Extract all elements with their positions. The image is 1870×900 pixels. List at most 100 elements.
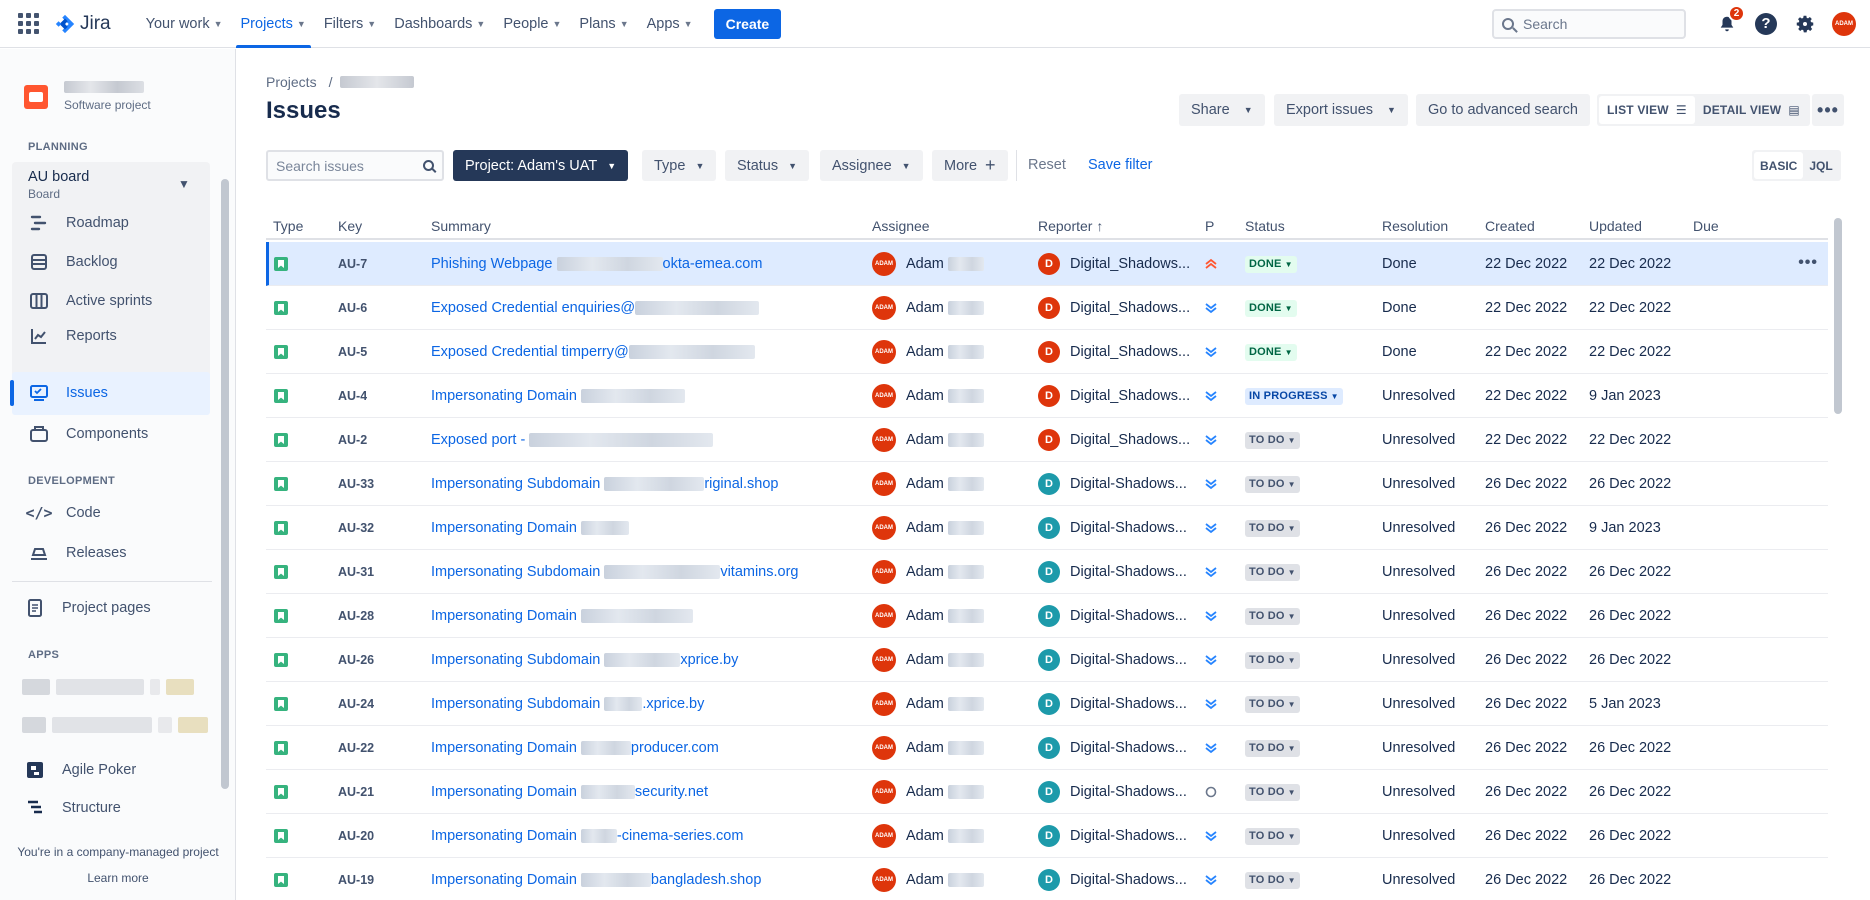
issue-summary[interactable]: Impersonating Domain -cinema-series.com: [431, 814, 861, 858]
issue-summary[interactable]: Impersonating Subdomain .xprice.by: [431, 682, 861, 726]
status-filter-button[interactable]: Status ▼: [725, 150, 810, 181]
board-selector[interactable]: AU board Board: [28, 169, 89, 201]
issue-summary-link[interactable]: Impersonating Domain -cinema-series.com: [431, 828, 743, 844]
jql-mode-button[interactable]: JQL: [1803, 152, 1838, 179]
assignee-cell[interactable]: ADAM Adam: [872, 418, 984, 462]
status-badge[interactable]: DONE ▼: [1245, 255, 1297, 273]
status-cell[interactable]: TO DO ▼: [1245, 418, 1300, 462]
basic-mode-button[interactable]: BASIC: [1754, 152, 1804, 179]
sidebar-item-releases[interactable]: Releases: [28, 539, 126, 567]
reporter-cell[interactable]: D Digital_Shadows...: [1038, 286, 1190, 330]
issue-summary[interactable]: Exposed port -: [431, 418, 861, 462]
status-badge[interactable]: TO DO ▼: [1245, 607, 1300, 625]
sidebar-item-code[interactable]: </> Code: [25, 499, 100, 527]
issue-summary-link[interactable]: Impersonating Domain: [431, 520, 629, 536]
assignee-cell[interactable]: ADAM Adam: [872, 506, 984, 550]
reset-button[interactable]: Reset: [1028, 157, 1066, 173]
nav-projects[interactable]: Projects ▼: [232, 0, 315, 48]
column-header-status[interactable]: Status: [1245, 218, 1285, 234]
app-switcher-icon[interactable]: [18, 12, 40, 35]
global-search-input[interactable]: Search: [1492, 8, 1686, 39]
issue-summary[interactable]: Phishing Webpage okta-emea.com: [431, 242, 861, 286]
table-row[interactable]: AU-21 Impersonating Domain security.net …: [266, 770, 1828, 814]
table-row[interactable]: AU-7 Phishing Webpage okta-emea.com ADAM…: [266, 242, 1828, 286]
column-header-priority[interactable]: P: [1205, 218, 1214, 234]
nav-plans[interactable]: Plans ▼: [570, 0, 637, 48]
reporter-cell[interactable]: D Digital-Shadows...: [1038, 506, 1190, 550]
status-badge[interactable]: DONE ▼: [1245, 343, 1297, 361]
nav-filters[interactable]: Filters ▼: [315, 0, 385, 48]
assignee-cell[interactable]: ADAM Adam: [872, 550, 984, 594]
reporter-cell[interactable]: D Digital_Shadows...: [1038, 242, 1190, 286]
reporter-cell[interactable]: D Digital-Shadows...: [1038, 594, 1190, 638]
nav-apps[interactable]: Apps ▼: [638, 0, 702, 48]
issue-summary[interactable]: Impersonating Subdomain vitamins.org: [431, 550, 861, 594]
assignee-cell[interactable]: ADAM Adam: [872, 374, 984, 418]
list-view-button[interactable]: LIST VIEW ☰: [1599, 96, 1695, 124]
issue-search-input[interactable]: Search issues: [266, 150, 444, 181]
row-actions-icon[interactable]: •••: [1798, 254, 1818, 272]
status-cell[interactable]: TO DO ▼: [1245, 858, 1300, 900]
project-header[interactable]: Software project: [24, 81, 151, 112]
status-cell[interactable]: TO DO ▼: [1245, 770, 1300, 814]
issue-key[interactable]: AU-20: [338, 814, 374, 858]
reporter-cell[interactable]: D Digital_Shadows...: [1038, 418, 1190, 462]
issue-key[interactable]: AU-6: [338, 286, 367, 330]
status-cell[interactable]: TO DO ▼: [1245, 594, 1300, 638]
issue-summary[interactable]: Exposed Credential timperry@: [431, 330, 861, 374]
help-button[interactable]: ?: [1752, 10, 1780, 38]
reporter-cell[interactable]: D Digital-Shadows...: [1038, 550, 1190, 594]
sidebar-item-reports[interactable]: Reports: [28, 322, 117, 350]
table-row[interactable]: AU-33 Impersonating Subdomain riginal.sh…: [266, 462, 1828, 506]
issue-summary[interactable]: Impersonating Domain producer.com: [431, 726, 861, 770]
sidebar-item-backlog[interactable]: Backlog: [28, 248, 118, 276]
status-cell[interactable]: TO DO ▼: [1245, 638, 1300, 682]
breadcrumb-projects-link[interactable]: Projects: [266, 74, 317, 90]
table-row[interactable]: AU-6 Exposed Credential enquiries@ ADAM …: [266, 286, 1828, 330]
issue-summary[interactable]: Impersonating Domain: [431, 506, 861, 550]
table-row[interactable]: AU-31 Impersonating Subdomain vitamins.o…: [266, 550, 1828, 594]
learn-more-link[interactable]: Learn more: [0, 871, 236, 885]
status-cell[interactable]: TO DO ▼: [1245, 550, 1300, 594]
issue-key[interactable]: AU-31: [338, 550, 374, 594]
issue-summary-link[interactable]: Exposed Credential timperry@: [431, 344, 755, 360]
nav-your-work[interactable]: Your work ▼: [137, 0, 232, 48]
issue-summary-link[interactable]: Impersonating Domain security.net: [431, 784, 708, 800]
status-cell[interactable]: TO DO ▼: [1245, 726, 1300, 770]
column-header-assignee[interactable]: Assignee: [872, 218, 930, 234]
table-row[interactable]: AU-22 Impersonating Domain producer.com …: [266, 726, 1828, 770]
table-row[interactable]: AU-32 Impersonating Domain ADAM Adam D D…: [266, 506, 1828, 550]
reporter-cell[interactable]: D Digital_Shadows...: [1038, 330, 1190, 374]
table-row[interactable]: AU-5 Exposed Credential timperry@ ADAM A…: [266, 330, 1828, 374]
issue-summary[interactable]: Impersonating Domain: [431, 594, 861, 638]
issue-summary-link[interactable]: Impersonating Subdomain vitamins.org: [431, 564, 798, 580]
issue-key[interactable]: AU-4: [338, 374, 367, 418]
issue-key[interactable]: AU-24: [338, 682, 374, 726]
status-badge[interactable]: DONE ▼: [1245, 299, 1297, 317]
issue-summary[interactable]: Impersonating Subdomain xprice.by: [431, 638, 861, 682]
issue-summary[interactable]: Impersonating Domain security.net: [431, 770, 861, 814]
status-badge[interactable]: TO DO ▼: [1245, 739, 1300, 757]
reporter-cell[interactable]: D Digital-Shadows...: [1038, 462, 1190, 506]
detail-view-button[interactable]: DETAIL VIEW ▤: [1695, 96, 1808, 124]
sidebar-item-roadmap[interactable]: Roadmap: [28, 209, 129, 237]
column-header-key[interactable]: Key: [338, 218, 362, 234]
column-header-due[interactable]: Due: [1693, 218, 1719, 234]
redacted-app-row[interactable]: [22, 717, 208, 733]
table-row[interactable]: AU-24 Impersonating Subdomain .xprice.by…: [266, 682, 1828, 726]
chevron-down-icon[interactable]: ▼: [178, 177, 190, 191]
assignee-cell[interactable]: ADAM Adam: [872, 726, 984, 770]
reporter-cell[interactable]: D Digital-Shadows...: [1038, 770, 1190, 814]
issue-summary[interactable]: Impersonating Subdomain riginal.shop: [431, 462, 861, 506]
issue-summary-link[interactable]: Impersonating Domain: [431, 388, 685, 404]
table-row[interactable]: AU-26 Impersonating Subdomain xprice.by …: [266, 638, 1828, 682]
issue-summary-link[interactable]: Impersonating Domain bangladesh.shop: [431, 872, 761, 888]
project-filter-button[interactable]: Project: Adam's UAT ▼: [453, 150, 629, 181]
issue-summary-link[interactable]: Exposed Credential enquiries@: [431, 300, 760, 316]
sidebar-item-active-sprints[interactable]: Active sprints: [28, 287, 152, 315]
sidebar-item-issues[interactable]: Issues: [28, 379, 108, 407]
advanced-search-button[interactable]: Go to advanced search: [1416, 94, 1590, 126]
column-header-resolution[interactable]: Resolution: [1382, 218, 1448, 234]
sidebar-scrollbar[interactable]: [221, 179, 229, 789]
issue-key[interactable]: AU-32: [338, 506, 374, 550]
